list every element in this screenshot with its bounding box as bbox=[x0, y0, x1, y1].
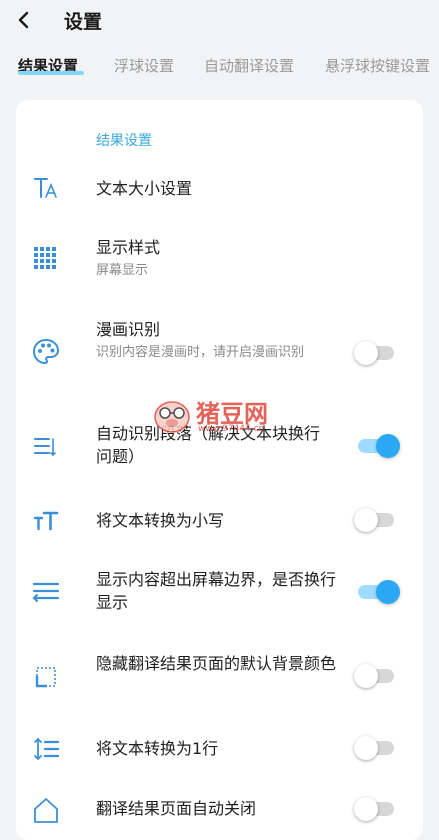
setting-row-wrap-lines[interactable]: 显示内容超出屏幕边界，是否换行显示 bbox=[16, 568, 423, 616]
tab-auto-translate-settings[interactable]: 自动翻译设置 bbox=[204, 55, 294, 76]
setting-row-comic-recognition[interactable]: 漫画识别 识别内容是漫画时，请开启漫画识别 bbox=[16, 318, 423, 386]
palette-icon bbox=[32, 338, 60, 365]
lowercase-icon bbox=[33, 511, 59, 531]
setting-title: 翻译结果页面自动关闭 bbox=[96, 799, 257, 818]
comic-recognition-toggle[interactable] bbox=[354, 341, 394, 365]
line-height-icon bbox=[34, 737, 60, 761]
setting-title: 显示内容超出屏幕边界，是否换行显示 bbox=[96, 570, 337, 612]
page-title: 设置 bbox=[64, 11, 103, 33]
section-title: 结果设置 bbox=[96, 133, 152, 149]
setting-row-text-size[interactable]: 文本大小设置 bbox=[16, 168, 423, 208]
pig-logo-icon bbox=[154, 401, 190, 433]
single-line-toggle[interactable] bbox=[354, 736, 394, 760]
setting-row-hide-background[interactable]: 隐藏翻译结果页面的默认背景颜色 bbox=[16, 652, 423, 700]
paragraph-icon bbox=[34, 438, 56, 457]
text-size-icon bbox=[34, 178, 57, 198]
setting-subtitle: 屏幕显示 bbox=[96, 263, 149, 278]
hide-background-toggle[interactable] bbox=[354, 664, 394, 688]
setting-row-display-style[interactable]: 显示样式 屏幕显示 bbox=[16, 236, 423, 284]
watermark: 猪豆网 www.97444.cn bbox=[152, 392, 292, 438]
auto-close-toggle[interactable] bbox=[354, 797, 394, 821]
setting-title: 将文本转换为小写 bbox=[96, 511, 225, 530]
background-icon bbox=[35, 667, 56, 688]
lowercase-toggle[interactable] bbox=[354, 508, 394, 532]
setting-row-lowercase[interactable]: 将文本转换为小写 bbox=[16, 506, 423, 536]
tab-float-ball-settings[interactable]: 浮球设置 bbox=[114, 55, 174, 76]
auto-paragraph-toggle[interactable] bbox=[358, 434, 400, 458]
wrap-icon bbox=[32, 582, 60, 602]
back-arrow-icon[interactable] bbox=[14, 10, 34, 30]
setting-subtitle: 识别内容是漫画时，请开启漫画识别 bbox=[96, 345, 305, 360]
active-tab-indicator bbox=[18, 71, 84, 75]
setting-title: 文本大小设置 bbox=[96, 179, 193, 198]
setting-title: 漫画识别 bbox=[96, 320, 161, 339]
setting-row-auto-close[interactable]: 翻译结果页面自动关闭 bbox=[16, 794, 423, 823]
setting-title: 隐藏翻译结果页面的默认背景颜色 bbox=[96, 654, 337, 673]
watermark-url: www.97444.cn bbox=[198, 424, 265, 434]
setting-row-single-line[interactable]: 将文本转换为1行 bbox=[16, 734, 423, 764]
setting-title: 显示样式 bbox=[96, 238, 161, 257]
grid-dots-icon bbox=[34, 247, 56, 269]
header: 设置 bbox=[0, 0, 439, 44]
tab-bar: 结果设置 浮球设置 自动翻译设置 悬浮球按键设置 bbox=[0, 50, 439, 84]
settings-card bbox=[16, 100, 423, 840]
tab-float-button-settings[interactable]: 悬浮球按键设置 bbox=[325, 55, 430, 76]
setting-title: 将文本转换为1行 bbox=[96, 739, 219, 758]
wrap-lines-toggle[interactable] bbox=[358, 580, 400, 604]
